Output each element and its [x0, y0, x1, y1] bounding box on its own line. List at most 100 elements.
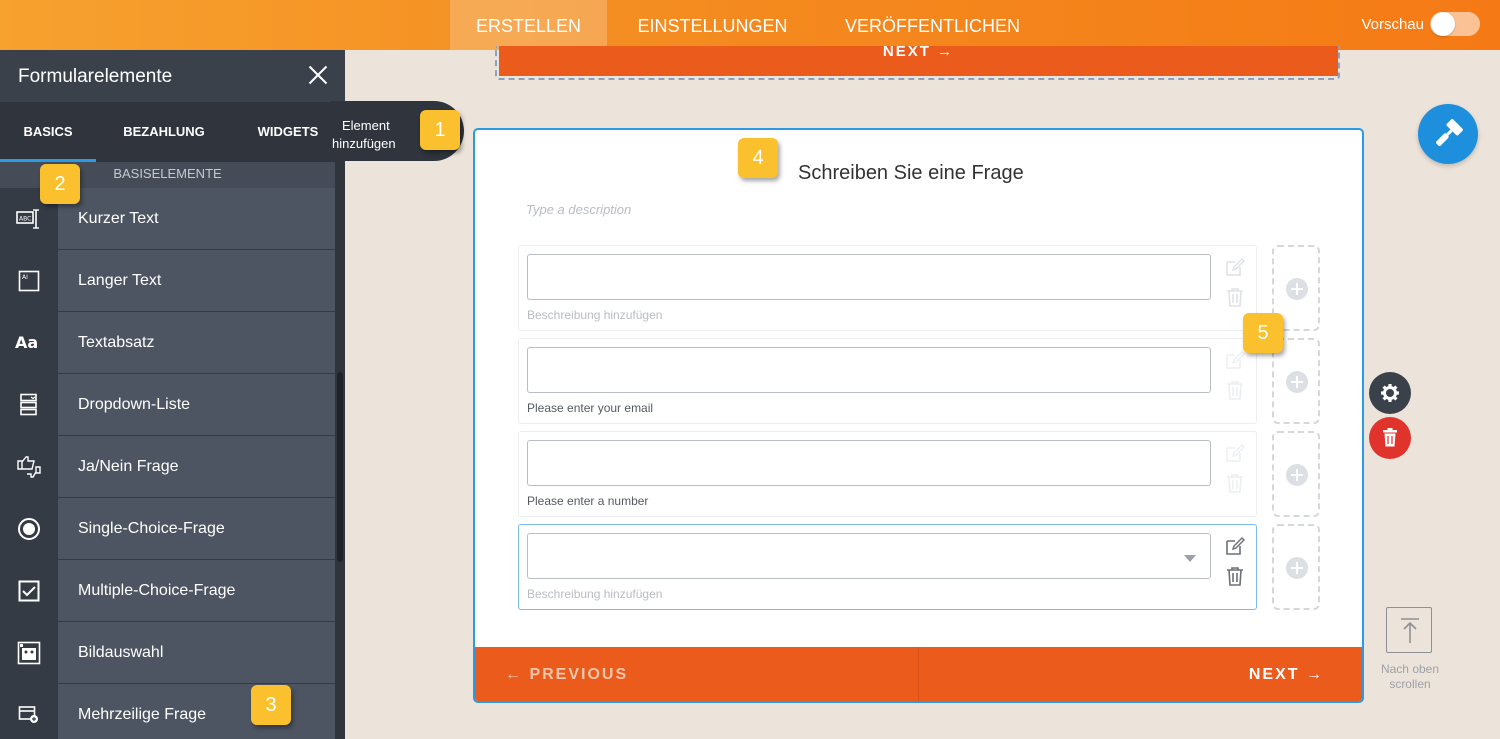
arrow-up-icon — [1401, 618, 1419, 643]
edit-icon[interactable] — [1224, 256, 1246, 278]
previous-button[interactable]: ← PREVIOUS — [475, 647, 919, 701]
scroll-to-top-button[interactable] — [1386, 607, 1432, 653]
svg-text:ABC: ABC — [19, 215, 31, 222]
field-tools — [1224, 347, 1248, 407]
sidebar-header: Formularelemente — [0, 50, 345, 102]
plus-icon — [1286, 278, 1308, 300]
field-tools — [1224, 533, 1248, 593]
top-navigation-bar: ERSTELLEN EINSTELLUNGEN VERÖFFENTLICHEN … — [0, 0, 1500, 50]
checkbox-icon — [0, 560, 58, 621]
next-button[interactable]: NEXT → — [920, 647, 1362, 701]
delete-field-button[interactable] — [1369, 417, 1411, 459]
scroll-to-top-label: Nach oben scrollen — [1365, 662, 1455, 692]
sidebar-item-dropdown[interactable]: Dropdown-Liste — [0, 374, 335, 435]
field-row: Beschreibung hinzufügen — [518, 245, 1257, 331]
sidebar-item-label: Multiple-Choice-Frage — [58, 560, 335, 621]
field-caption[interactable]: Beschreibung hinzufügen — [527, 308, 662, 322]
question-description[interactable]: Type a description — [526, 202, 631, 217]
sidebar-item-label: Single-Choice-Frage — [58, 498, 335, 559]
toggle-knob — [1431, 12, 1455, 36]
sidebar-item-image-choice[interactable]: Bildauswahl — [0, 622, 335, 683]
email-input-field[interactable] — [527, 347, 1211, 393]
card-footer: ← PREVIOUS NEXT → — [475, 647, 1362, 701]
number-input-field[interactable] — [527, 440, 1211, 486]
add-element-line1: Element — [342, 118, 390, 133]
top-next-button[interactable]: NEXT → — [499, 44, 1338, 76]
sidebar-title: Formularelemente — [18, 66, 173, 87]
field-tools — [1224, 440, 1248, 500]
step-badge-2: 2 — [40, 164, 80, 204]
radio-icon — [0, 498, 58, 559]
sidebar-tabs: BASICS BEZAHLUNG WIDGETS — [0, 102, 345, 162]
field-row: Beschreibung hinzufügen — [518, 524, 1257, 610]
field-caption[interactable]: Please enter a number — [527, 494, 648, 508]
add-column-slot[interactable] — [1272, 431, 1320, 517]
long-text-icon: AI — [0, 250, 58, 311]
form-elements-sidebar: Formularelemente BASICS BEZAHLUNG WIDGET… — [0, 50, 345, 739]
preview-toggle[interactable] — [1430, 12, 1480, 36]
trash-icon — [1383, 428, 1397, 447]
preview-label: Vorschau — [1361, 16, 1424, 33]
sidebar-item-label: Kurzer Text — [58, 188, 335, 249]
sidebar-tab-basics[interactable]: BASICS — [0, 102, 96, 162]
edit-icon[interactable] — [1224, 349, 1246, 371]
sidebar-item-paragraph[interactable]: Aa Textabsatz — [0, 312, 335, 373]
gear-icon — [1381, 384, 1399, 402]
scroll-top-line2: scrollen — [1389, 677, 1431, 691]
field-row: Please enter a number — [518, 431, 1257, 517]
dropdown-icon — [0, 374, 58, 435]
sidebar-item-label: Ja/Nein Frage — [58, 436, 335, 497]
thumbs-icon — [0, 436, 58, 497]
field-tools — [1224, 254, 1248, 314]
step-badge-3: 3 — [251, 685, 291, 725]
field-row: Please enter your email — [518, 338, 1257, 424]
previous-page-selection: NEXT → — [495, 44, 1340, 80]
plus-icon — [1286, 464, 1308, 486]
sidebar-item-multiple-choice[interactable]: Multiple-Choice-Frage — [0, 560, 335, 621]
tab-erstellen[interactable]: ERSTELLEN — [450, 0, 607, 50]
trash-icon[interactable] — [1224, 286, 1246, 308]
field-caption[interactable]: Please enter your email — [527, 401, 653, 415]
sidebar-item-label: Textabsatz — [58, 312, 335, 373]
sidebar-item-long-text[interactable]: AI Langer Text — [0, 250, 335, 311]
sidebar-item-label: Mehrzeilige Frage — [58, 684, 335, 739]
close-icon[interactable] — [304, 61, 332, 89]
tab-einstellungen[interactable]: EINSTELLUNGEN — [620, 0, 805, 50]
trash-icon[interactable] — [1224, 472, 1246, 494]
edit-icon[interactable] — [1224, 442, 1246, 464]
sidebar-scrollbar[interactable] — [335, 162, 345, 739]
image-choice-icon — [0, 622, 58, 683]
step-badge-1: 1 — [420, 110, 460, 150]
question-card: Schreiben Sie eine Frage Type a descript… — [473, 128, 1364, 703]
add-element-line2: hinzufügen — [332, 136, 396, 151]
sidebar-item-yes-no[interactable]: Ja/Nein Frage — [0, 436, 335, 497]
field-caption[interactable]: Beschreibung hinzufügen — [527, 587, 662, 601]
add-column-slot[interactable] — [1272, 524, 1320, 610]
plus-icon — [1286, 371, 1308, 393]
step-badge-4: 4 — [738, 138, 778, 178]
svg-text:AI: AI — [22, 274, 28, 281]
sidebar-item-label: Bildauswahl — [58, 622, 335, 683]
question-title[interactable]: Schreiben Sie eine Frage — [798, 162, 1024, 185]
paint-roller-icon — [1436, 119, 1463, 146]
sidebar-tab-widgets[interactable]: WIDGETS — [250, 102, 326, 162]
sidebar-item-single-choice[interactable]: Single-Choice-Frage — [0, 498, 335, 559]
trash-icon[interactable] — [1224, 379, 1246, 401]
chevron-down-icon — [1184, 555, 1196, 562]
dropdown-select[interactable] — [527, 533, 1211, 579]
form-designer-button[interactable] — [1418, 104, 1478, 164]
scroll-top-line1: Nach oben — [1380, 662, 1440, 676]
multi-line-icon — [0, 684, 58, 739]
trash-icon[interactable] — [1224, 565, 1246, 587]
paragraph-icon: Aa — [0, 312, 58, 373]
edit-icon[interactable] — [1224, 535, 1246, 557]
scrollbar-thumb[interactable] — [337, 372, 343, 562]
svg-text:Aa: Aa — [15, 333, 38, 352]
sidebar-item-label: Dropdown-Liste — [58, 374, 335, 435]
text-input-field[interactable] — [527, 254, 1211, 300]
plus-icon — [1286, 557, 1308, 579]
field-settings-button[interactable] — [1369, 372, 1411, 414]
step-badge-5: 5 — [1243, 313, 1283, 353]
sidebar-tab-bezahlung[interactable]: BEZAHLUNG — [110, 102, 218, 162]
sidebar-item-label: Langer Text — [58, 250, 335, 311]
